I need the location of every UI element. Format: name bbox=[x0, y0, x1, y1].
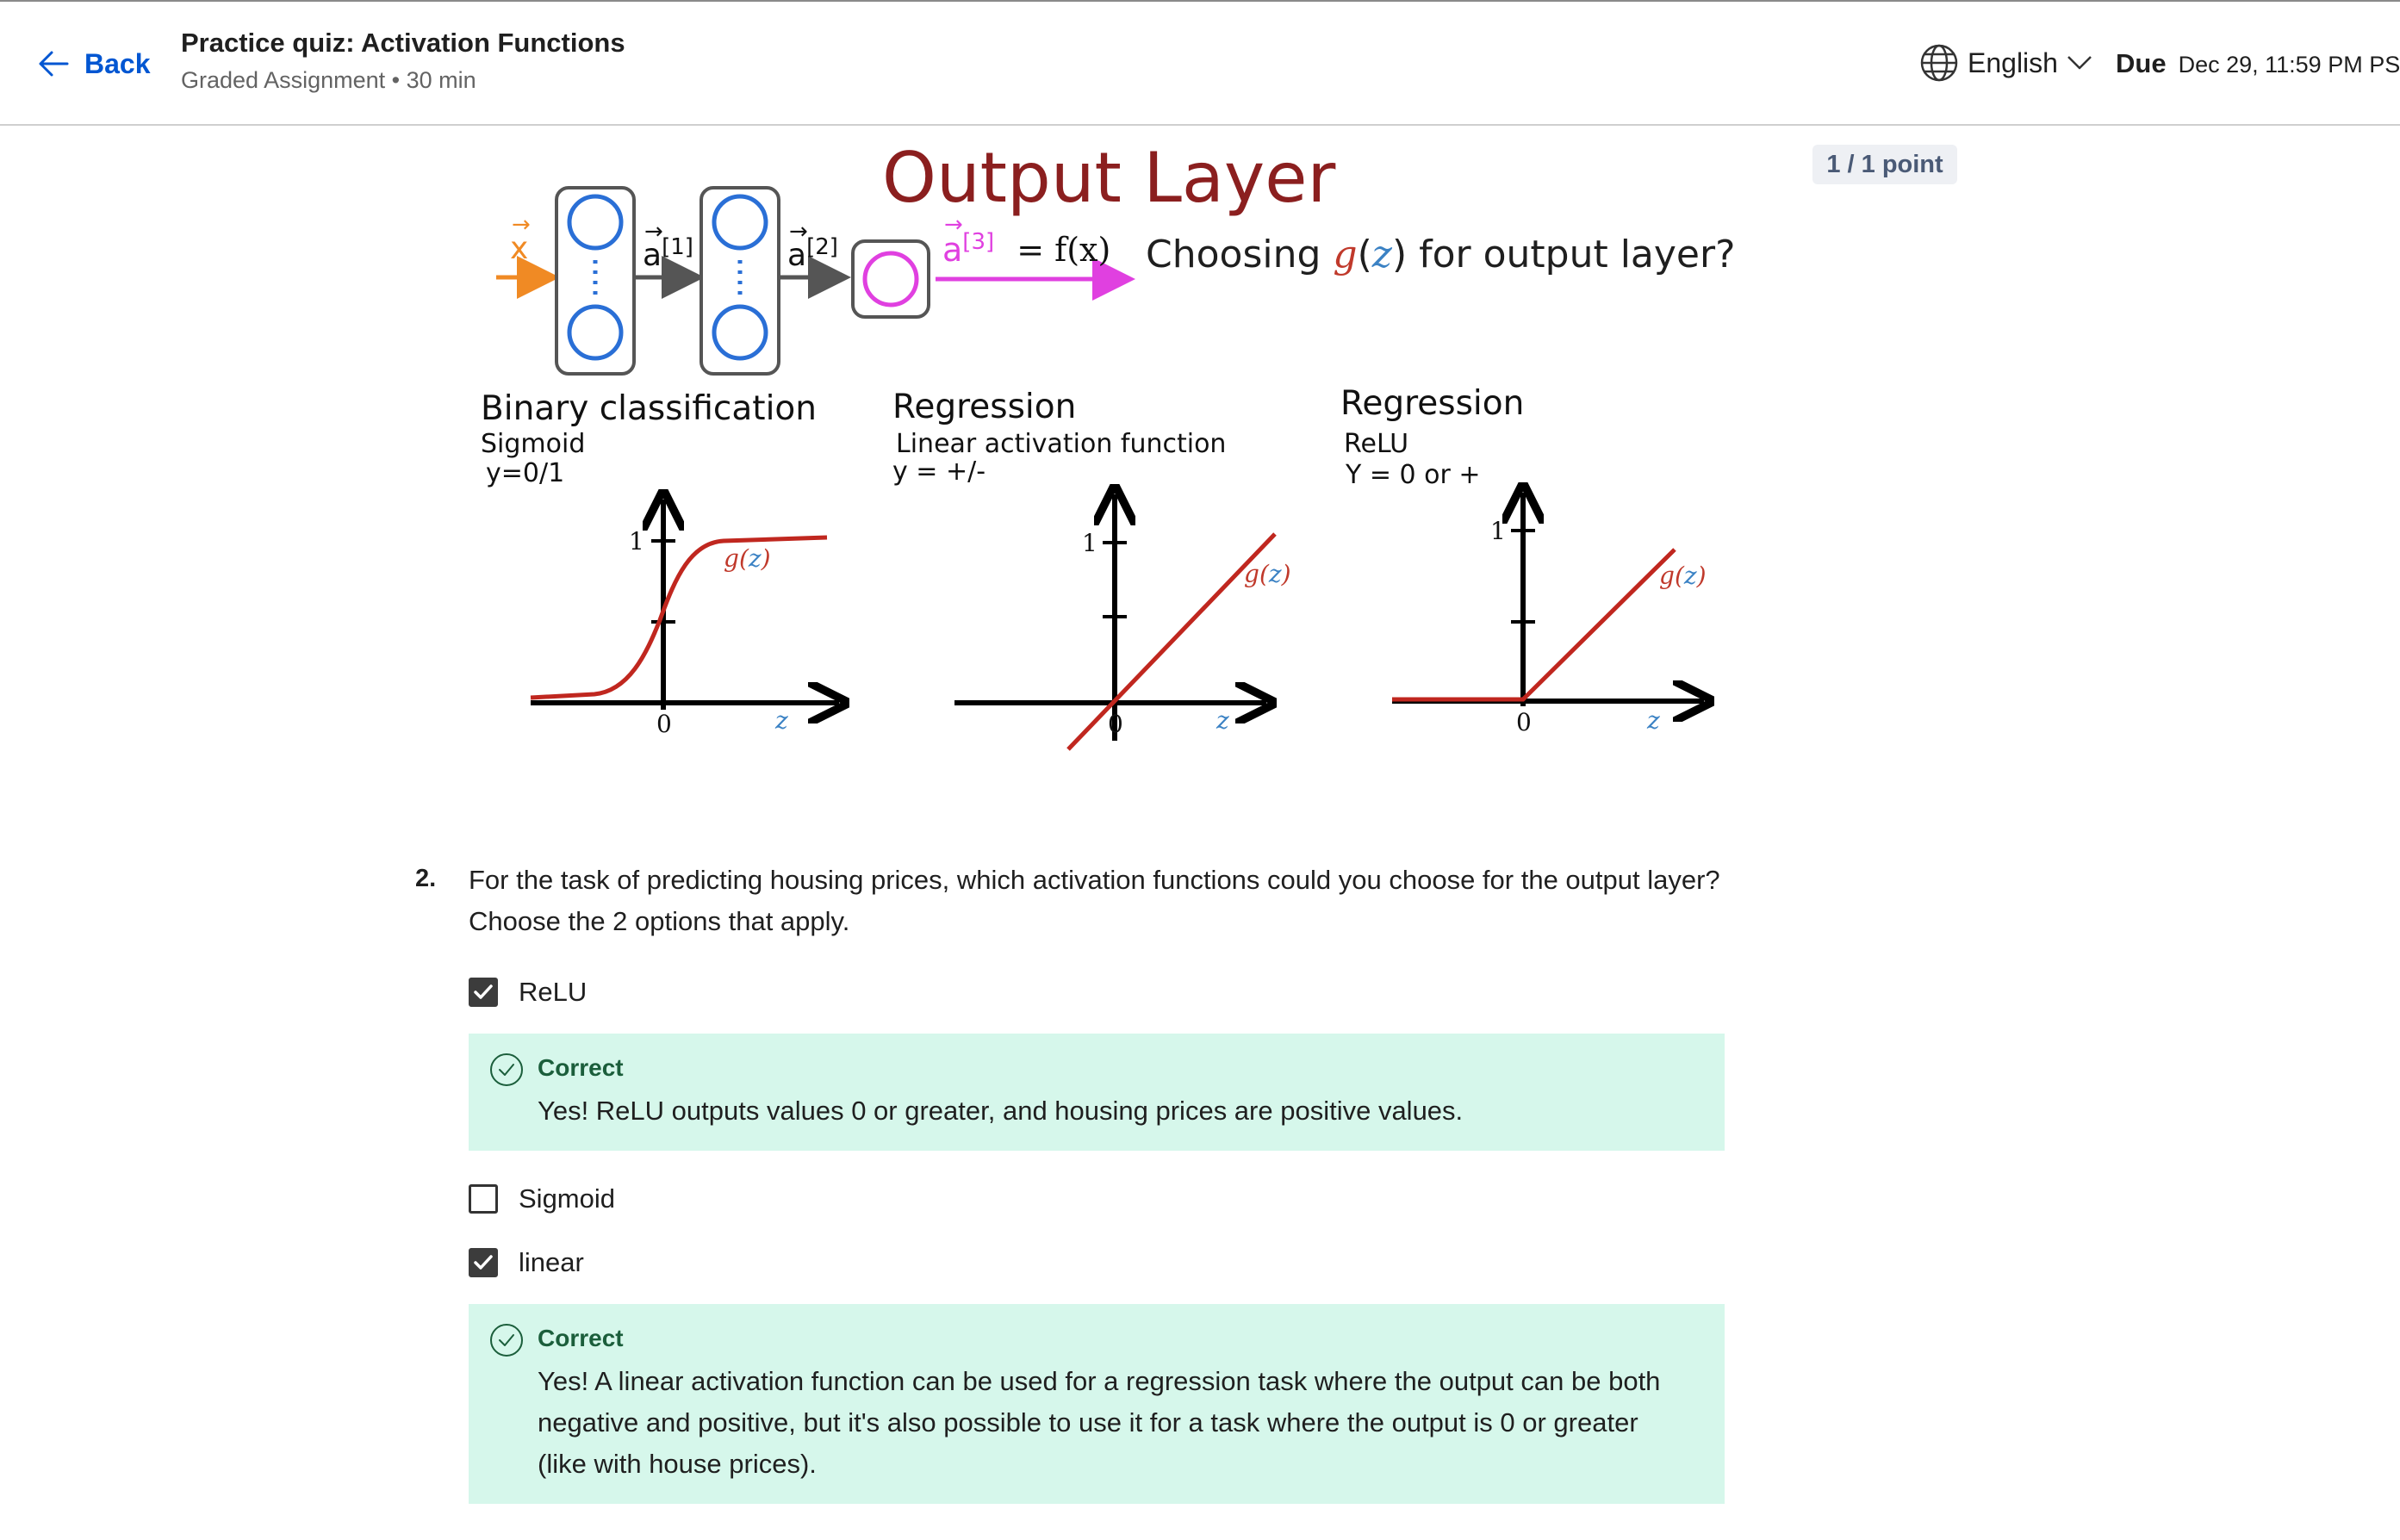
x-symbol: → x bbox=[510, 212, 531, 266]
arrow-left-icon bbox=[39, 51, 69, 77]
question-text: For the task of predicting housing price… bbox=[469, 865, 1720, 936]
relu-line bbox=[1392, 548, 1676, 702]
language-selector[interactable]: English bbox=[1919, 40, 2092, 86]
feedback-status: Correct bbox=[538, 1325, 624, 1351]
sigmoid-tick-zero: 0 bbox=[656, 710, 672, 738]
panel-3-heading: Regression bbox=[1340, 384, 1525, 423]
relu-z-label: z bbox=[1647, 706, 1660, 735]
option-label: ReLU bbox=[519, 977, 588, 1007]
score-badge: 1 / 1 point bbox=[1812, 145, 1957, 184]
panel-3-sub1: ReLU bbox=[1344, 429, 1409, 459]
language-label: English bbox=[1968, 47, 2058, 78]
linear-tick-zero: 0 bbox=[1108, 710, 1123, 738]
sigmoid-z-label: z bbox=[775, 706, 788, 735]
due-value: Dec 29, 11:59 PM PST bbox=[2178, 52, 2400, 78]
sigmoid-curve bbox=[530, 535, 828, 700]
sigmoid-graph bbox=[530, 500, 839, 710]
due-label: Due bbox=[2116, 48, 2167, 78]
figure-question: Choosing g(z) for output layer? bbox=[1146, 233, 1736, 276]
sigmoid-tick-one: 1 bbox=[629, 527, 644, 556]
panel-1-sub1: Sigmoid bbox=[481, 429, 586, 459]
a1-label: → a[1] bbox=[643, 219, 693, 273]
output-layer-figure: Output Layer → x → a[1] → a[2] → a[3] = … bbox=[465, 138, 1735, 758]
header-bar: Back Practice quiz: Activation Functions… bbox=[0, 2, 2400, 126]
question-number: 2. bbox=[415, 865, 437, 892]
a2-label: → a[2] bbox=[787, 219, 838, 273]
panel-1-sub2: y=0/1 bbox=[486, 458, 565, 488]
feedback-text: Yes! ReLU outputs values 0 or greater, a… bbox=[538, 1096, 1464, 1126]
panel-3-sub2: Y = 0 or + bbox=[1346, 460, 1481, 490]
relu-tick-one: 1 bbox=[1490, 517, 1506, 545]
option-label: Sigmoid bbox=[519, 1183, 615, 1214]
chevron-down-icon bbox=[2067, 56, 2092, 70]
feedback-status: Correct bbox=[538, 1054, 624, 1081]
relu-g-label: g(z) bbox=[1659, 562, 1707, 590]
checkmark-icon bbox=[474, 1255, 493, 1270]
option-label: linear bbox=[519, 1247, 584, 1277]
checkbox-sigmoid[interactable] bbox=[469, 1184, 498, 1214]
linear-g-label: g(z) bbox=[1244, 560, 1291, 588]
panel-2-sub1: Linear activation function bbox=[896, 429, 1227, 459]
checkbox-linear[interactable] bbox=[469, 1248, 498, 1277]
page-subtitle: Graded Assignment • 30 min bbox=[181, 67, 476, 93]
due-date: Due Dec 29, 11:59 PM PST bbox=[2116, 48, 2400, 79]
panel-2-sub2: y = +/- bbox=[892, 456, 986, 487]
linear-tick-one: 1 bbox=[1082, 529, 1097, 557]
back-button[interactable]: Back bbox=[36, 43, 151, 84]
panel-1-heading: Binary classification bbox=[481, 389, 817, 428]
panel-2-heading: Regression bbox=[892, 388, 1077, 426]
checkbox-relu[interactable] bbox=[469, 978, 498, 1007]
feedback-text: Yes! A linear activation function can be… bbox=[538, 1366, 1661, 1479]
check-circle-icon bbox=[490, 1053, 523, 1086]
a3-label: → a[3] = f(x) bbox=[942, 211, 1111, 269]
relu-tick-zero: 0 bbox=[1516, 708, 1532, 736]
relu-graph bbox=[1392, 493, 1704, 706]
option-sigmoid[interactable]: Sigmoid bbox=[469, 1182, 615, 1216]
option-linear[interactable]: linear bbox=[469, 1245, 584, 1280]
back-label: Back bbox=[84, 47, 151, 79]
feedback-relu: Correct Yes! ReLU outputs values 0 or gr… bbox=[469, 1034, 1725, 1151]
checkmark-icon bbox=[474, 984, 493, 999]
page-title: Practice quiz: Activation Functions bbox=[181, 28, 625, 58]
feedback-linear: Correct Yes! A linear activation functio… bbox=[469, 1304, 1725, 1504]
sigmoid-g-label: g(z) bbox=[724, 544, 771, 573]
option-relu[interactable]: ReLU bbox=[469, 975, 587, 1009]
check-circle-icon bbox=[490, 1324, 523, 1357]
globe-icon bbox=[1920, 44, 1958, 82]
linear-z-label: z bbox=[1216, 706, 1229, 735]
